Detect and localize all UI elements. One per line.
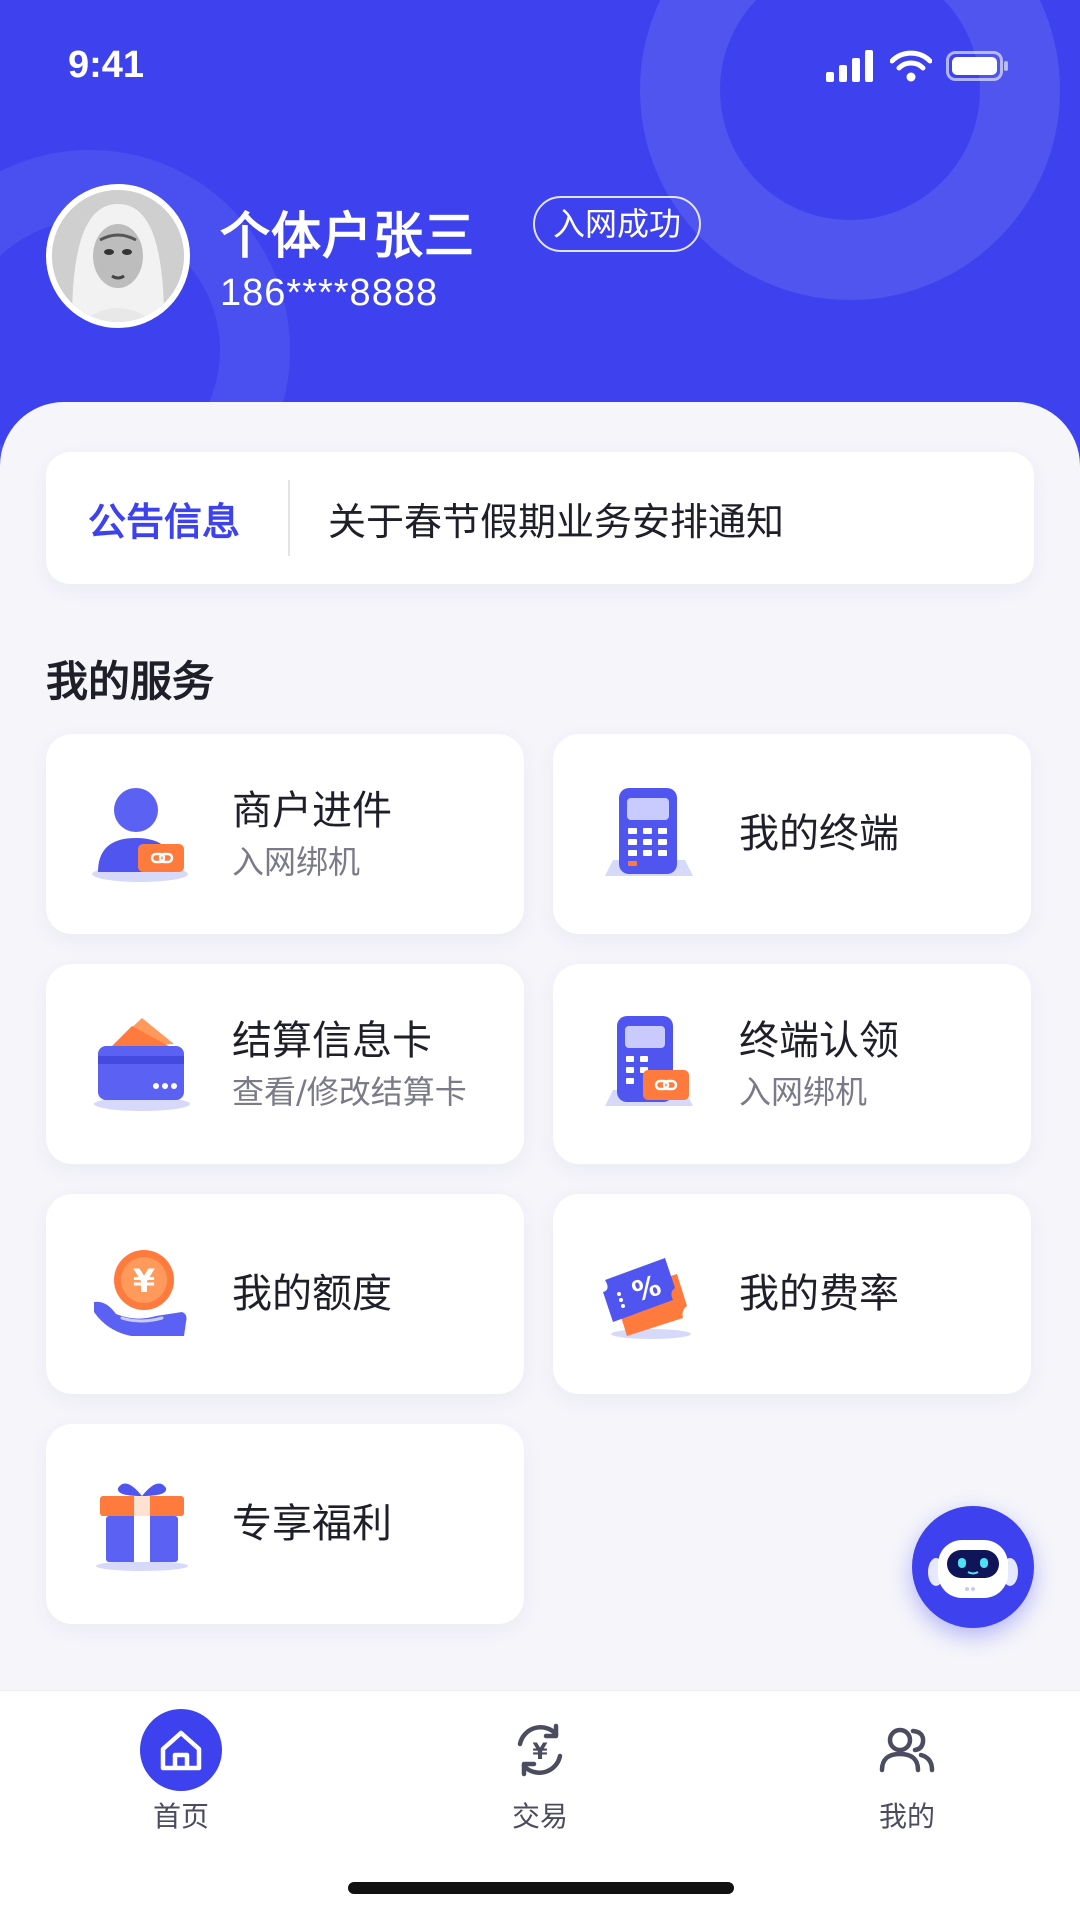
card-title: 结算信息卡 (232, 1018, 432, 1064)
card-title: 我的额度 (232, 1271, 392, 1317)
merchant-icon (92, 788, 188, 882)
notice-bar[interactable]: 公告信息 关于春节假期业务安排通知 (46, 452, 1034, 584)
status-icons (826, 50, 1010, 82)
service-card-fee-rate[interactable]: % 我的费率 (553, 1194, 1031, 1394)
status-time: 9:41 (68, 44, 145, 86)
service-card-credit-limit[interactable]: ¥ 我的额度 (46, 1194, 524, 1394)
card-subtitle: 查看/修改结算卡 (232, 1073, 467, 1111)
assistant-button[interactable] (912, 1506, 1034, 1628)
tab-label: 首页 (152, 1800, 209, 1833)
signal-icon (826, 50, 873, 82)
tab-profile[interactable]: 我的 (827, 1709, 987, 1835)
card-subtitle: 入网绑机 (232, 843, 361, 881)
svg-text:¥: ¥ (133, 1262, 155, 1300)
home-icon (140, 1709, 222, 1791)
yuan-exchange-icon: ¥ (499, 1709, 581, 1791)
avatar[interactable] (46, 184, 190, 328)
robot-assistant-icon (928, 1540, 1018, 1598)
card-title: 商户进件 (232, 788, 392, 834)
wifi-icon (890, 50, 932, 82)
home-indicator[interactable] (348, 1882, 734, 1894)
card-title: 专享福利 (232, 1501, 392, 1547)
service-card-merchant-onboarding[interactable]: 商户进件 入网绑机 (46, 734, 524, 934)
fee-rate-icon: % (603, 1258, 691, 1339)
notice-label: 公告信息 (88, 499, 241, 544)
service-card-terminal-claim[interactable]: 终端认领 入网绑机 (553, 964, 1031, 1164)
battery-icon (946, 51, 1008, 81)
pos-terminal-icon (605, 788, 693, 876)
service-card-settlement-card[interactable]: 结算信息卡 查看/修改结算卡 (46, 964, 524, 1164)
tab-label: 交易 (511, 1800, 568, 1833)
section-title: 我的服务 (46, 657, 215, 706)
card-subtitle: 入网绑机 (739, 1073, 868, 1111)
status-badge: 入网成功 (533, 196, 702, 252)
users-icon (866, 1709, 948, 1791)
card-title: 我的费率 (739, 1271, 899, 1317)
tab-home[interactable]: 首页 (101, 1709, 261, 1835)
settlement-card-icon (94, 1018, 190, 1111)
gift-icon (96, 1483, 188, 1571)
card-title: 我的终端 (739, 811, 899, 857)
user-name: 个体户张三 (220, 207, 475, 265)
service-card-exclusive-benefits[interactable]: 专享福利 (46, 1424, 524, 1624)
terminal-claim-icon (605, 1016, 693, 1106)
portrait-image (52, 190, 184, 322)
credit-limit-icon: ¥ (94, 1250, 187, 1336)
notice-text[interactable]: 关于春节假期业务安排通知 (290, 491, 784, 546)
tab-label: 我的 (878, 1800, 935, 1833)
decorative-ring (640, 0, 1060, 300)
user-phone: 186****8888 (220, 272, 439, 314)
svg-text:¥: ¥ (532, 1740, 548, 1765)
tab-transactions[interactable]: ¥ 交易 (460, 1709, 620, 1835)
card-title: 终端认领 (739, 1018, 899, 1064)
service-card-my-terminal[interactable]: 我的终端 (553, 734, 1031, 934)
